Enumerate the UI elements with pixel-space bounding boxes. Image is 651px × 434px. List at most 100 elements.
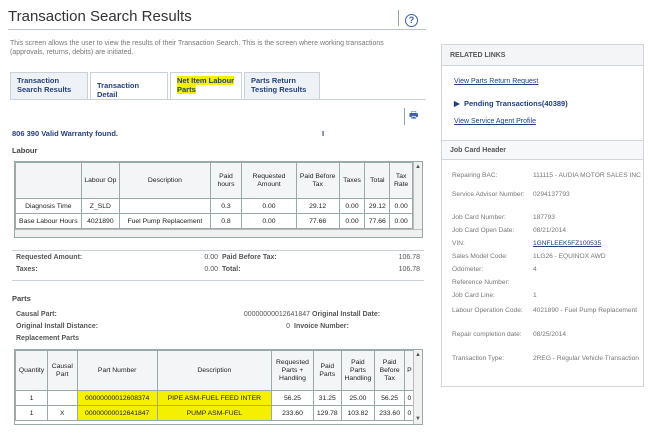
field-value: 187793 [533,214,556,221]
table-cell: 1 [15,390,48,406]
labour-col-header: Paid Before Tax [295,162,340,199]
tab-net-item-labour-parts[interactable]: Net Item Labour Parts [170,72,242,100]
field-value: 08/25/2014 [533,331,567,338]
field-label: Sales Model Code: [452,253,508,260]
parts-col-header: Causal Part [47,350,78,391]
page-title: Transaction Search Results [8,8,192,25]
invoice-number-label: Invoice Number: [294,323,349,330]
view-service-agent-link[interactable]: View Service Agent Profile [454,118,536,125]
causal-part-label: Causal Part: [16,311,57,318]
table-cell: X [47,405,78,421]
table-cell: 29.12 [364,198,391,214]
page-intro: This screen allows the user to view the … [10,40,384,56]
table-cell: PUMP ASM-FUEL [156,405,272,421]
table-cell: 129.78 [313,405,342,421]
field-label: Reference Number: [452,279,510,286]
warranty-found-text: 806 390 Valid Warranty found. [12,129,119,138]
original-install-distance-label: Original Install Distance: [16,323,99,330]
parts-col-header: Paid Parts [313,350,342,391]
right-panel: RELATED LINKS View Parts Return Request … [441,44,644,387]
table-cell: Base Labour Hours [15,213,82,229]
table-row[interactable]: Diagnosis Time Z_SLD 0.3 0.00 29.12 0.00… [15,198,413,214]
parts-section-label: Parts [12,294,31,303]
tab-net-item-labour-parts-label: Net Item Labour Parts [177,76,235,94]
table-row[interactable]: 1 00000000012608374 PIPE ASM-FUEL FEED I… [15,390,416,406]
labour-horizontal-scrollbar[interactable] [15,229,422,237]
labour-vertical-scrollbar[interactable]: ▲▼ [413,162,422,237]
table-cell: 00000000012608374 [76,390,158,406]
table-cell: Z_SLD [80,198,121,214]
labour-header-row: Labour Op Description Paid hours Request… [15,162,413,199]
field-value: 0294137793 [533,191,570,198]
view-parts-return-link[interactable]: View Parts Return Request [454,78,538,85]
causal-part-value: 00000000012641847 [243,311,310,318]
parts-vertical-scrollbar[interactable]: ▲ ▼ [413,350,422,424]
labour-col-header: Description [119,162,211,199]
paid-before-tax-label: Paid Before Tax: [222,254,277,261]
field-value: 4 [533,266,537,273]
table-cell: 56.25 [374,390,405,406]
job-card-heading: Job Card Header [442,140,643,160]
table-cell: 31.25 [313,390,342,406]
parts-header-row: Quantity Causal Part Part Number Descrip… [15,350,416,391]
warranty-found-marker: I [322,129,325,138]
scroll-up-icon[interactable]: ▲ [415,352,421,358]
requested-amount-value: 0.00 [204,254,218,261]
tab-transaction-search-results[interactable]: Transaction Search Results [10,72,88,100]
field-label: Odometer: [452,266,484,273]
field-label: Repairing BAC: [452,172,498,179]
table-cell: 0.00 [389,198,413,214]
labour-col-header: Tax Rate [389,162,413,199]
table-cell: 0.00 [389,213,413,229]
total-label: Total: [222,266,241,273]
table-cell [47,390,78,406]
pending-transactions-link[interactable]: ▶ Pending Transactions(40389) [454,99,568,108]
total-value: 106.78 [398,266,420,273]
print-icon[interactable]: 🖶 [404,108,418,125]
labour-table: Labour Op Description Paid hours Request… [15,162,413,229]
labour-col-header: Total [364,162,391,199]
field-value: 111115 - AUDIA MOTOR SALES INC [533,172,641,179]
field-label: Repair completion date: [452,331,522,338]
parts-table-container[interactable]: Quantity Causal Part Part Number Descrip… [14,349,423,425]
table-row[interactable]: Base Labour Hours 4021890 Fuel Pump Repl… [15,213,413,229]
summary-divider [12,250,424,251]
original-install-date-label: Original Install Date: [312,311,381,318]
parts-col-header: Paid Before Tax [374,350,405,391]
triangle-right-icon: ▶ [454,99,464,108]
labour-col-header: Paid hours [209,162,243,199]
labour-col-header: Requested Amount [241,162,297,199]
field-value: 08/21/2014 [533,227,567,234]
parts-col-header: Part Number [76,350,158,391]
title-divider [8,29,426,30]
tab-parts-return-testing-results[interactable]: Parts Return Testing Results [244,72,320,100]
labour-section-label: Labour [12,146,38,155]
labour-table-container[interactable]: Labour Op Description Paid hours Request… [14,161,423,238]
field-value: 1 [533,292,537,299]
table-cell: 0.00 [241,213,297,229]
table-cell: 56.25 [270,390,315,406]
table-cell: 0.00 [338,213,366,229]
table-cell: 0.00 [338,198,366,214]
field-label: Transaction Type: [452,355,505,362]
table-cell: 25.00 [340,390,376,406]
table-cell: PIPE ASM-FUEL FEED INTER [156,390,272,406]
table-cell: 233.60 [270,405,315,421]
field-value: 1LG26 - EQUINOX AWD [533,253,606,260]
field-label: Job Card Line: [452,292,495,299]
field-label: Job Card Open Date: [452,227,515,234]
vin-link[interactable]: 1GNFLEEK5FZ100535 [533,240,641,248]
original-install-distance-value: 0 [286,323,290,330]
tab-bar: Transaction Search Results Transaction D… [10,72,322,100]
table-cell: 77.66 [364,213,391,229]
tab-transaction-detail[interactable]: Transaction Detail [90,72,168,100]
table-cell: 4021890 [80,213,121,229]
table-row[interactable]: 1 X 00000000012641847 PUMP ASM-FUEL 233.… [15,405,416,421]
help-circle-icon[interactable]: ? [398,10,418,27]
scroll-down-icon[interactable]: ▼ [415,416,421,422]
parts-divider [12,280,424,281]
table-cell: Fuel Pump Replacement [119,213,211,229]
replacement-parts-label: Replacement Parts [16,335,80,342]
taxes-value: 0.00 [204,266,218,273]
scroll-up-icon[interactable]: ▲ [415,164,421,170]
